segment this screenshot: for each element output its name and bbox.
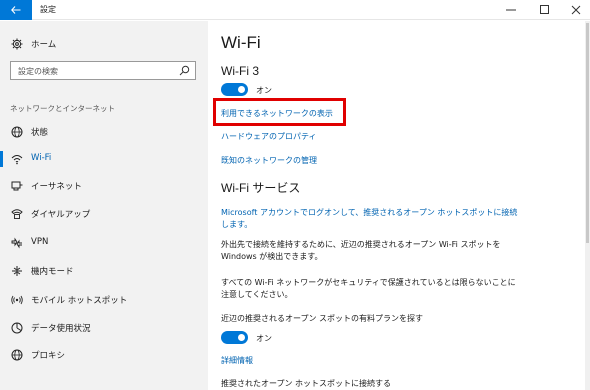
ms-account-link-cont[interactable]: します。 — [221, 219, 252, 230]
sidebar-item-home[interactable]: ホーム — [0, 33, 208, 55]
search-input[interactable]: 設定の検索 — [10, 61, 196, 80]
wifi-icon — [11, 155, 23, 165]
ethernet-icon — [11, 181, 23, 191]
wifi-toggle[interactable] — [221, 83, 248, 96]
show-networks-link[interactable]: 利用できるネットワークの表示 — [221, 108, 333, 119]
paid-plans-toggle-label: オン — [256, 334, 272, 343]
sidebar-item-vpn[interactable]: VPN — [0, 232, 208, 254]
connect-hotspot-label: 推奨されたオープン ホットスポットに接続する — [221, 379, 392, 388]
services-title: Wi-Fi サービス — [221, 181, 301, 195]
data-usage-icon — [11, 322, 23, 334]
maximize-icon — [540, 5, 549, 14]
hardware-properties-link[interactable]: ハードウェアのプロパティ — [221, 131, 317, 142]
sidebar-item-label: イーサネット — [31, 182, 82, 192]
close-icon — [571, 5, 581, 15]
adapter-name: Wi-Fi 3 — [221, 64, 259, 78]
scrollbar[interactable] — [585, 21, 590, 390]
minimize-button[interactable] — [497, 0, 525, 20]
status-globe-icon — [11, 126, 23, 138]
sidebar-item-label: Wi-Fi — [31, 153, 52, 163]
sidebar-item-label: 機内モード — [31, 267, 74, 277]
paid-plans-toggle[interactable] — [221, 331, 248, 344]
paid-plans-label: 近辺の推奨されるオープン スポットの有料プランを探す — [221, 314, 424, 323]
hotspot-icon — [11, 295, 23, 305]
sidebar-item-ethernet[interactable]: イーサネット — [0, 175, 208, 197]
sidebar-item-label: ダイヤルアップ — [31, 210, 91, 220]
toggle-knob — [238, 86, 245, 93]
search-placeholder: 設定の検索 — [18, 67, 58, 76]
section-header: ネットワークとインターネット — [10, 104, 115, 113]
details-link[interactable]: 詳細情報 — [221, 355, 253, 366]
back-arrow-icon — [11, 6, 21, 14]
back-button[interactable] — [0, 0, 32, 20]
wifi-toggle-label: オン — [256, 86, 272, 95]
close-button[interactable] — [562, 0, 590, 20]
selection-indicator — [0, 151, 3, 167]
minimize-icon — [506, 9, 516, 11]
warning-line: 注意してください。 — [221, 290, 293, 299]
sidebar-item-dialup[interactable]: ダイヤルアップ — [0, 203, 208, 225]
sidebar-item-label: 状態 — [31, 128, 49, 138]
description-line: 外出先で接続を維持するために、近辺の推奨されるオープン Wi-Fi スポットを — [221, 240, 501, 249]
ms-account-link[interactable]: Microsoft アカウントでログオンして、推奨されるオープン ホットスポット… — [221, 207, 517, 218]
warning-line: すべての Wi-Fi ネットワークがセキュリティで保護されているとは限らないこと… — [221, 278, 516, 287]
sidebar-item-airplane[interactable]: 機内モード — [0, 260, 208, 282]
sidebar-item-label: ホーム — [31, 40, 57, 50]
page-title: Wi-Fi — [221, 33, 261, 52]
toggle-knob — [238, 334, 245, 341]
sidebar-item-label: プロキシ — [31, 351, 66, 361]
search-icon — [179, 65, 190, 76]
sidebar-item-status[interactable]: 状態 — [0, 121, 208, 143]
dialup-icon — [11, 209, 23, 219]
sidebar-item-label: VPN — [31, 237, 49, 247]
sidebar: ホーム 設定の検索 ネットワークとインターネット 状態 Wi-Fi イーサネット… — [0, 21, 208, 390]
sidebar-item-hotspot[interactable]: モバイル ホットスポット — [0, 289, 208, 311]
sidebar-item-label: モバイル ホットスポット — [31, 296, 128, 306]
gear-icon — [11, 38, 23, 50]
main-content: Wi-Fi Wi-Fi 3 オン 利用できるネットワークの表示 ハードウェアのプ… — [208, 21, 590, 390]
sidebar-item-proxy[interactable]: プロキシ — [0, 344, 208, 366]
proxy-globe-icon — [11, 349, 23, 361]
description-line: Windows が検出できます。 — [221, 252, 323, 261]
window-title: 設定 — [40, 5, 56, 14]
maximize-button[interactable] — [531, 0, 559, 20]
airplane-icon — [12, 266, 22, 276]
sidebar-item-label: データ使用状況 — [31, 324, 91, 334]
vpn-icon — [11, 237, 22, 249]
manage-known-networks-link[interactable]: 既知のネットワークの管理 — [221, 155, 317, 166]
title-bar: 設定 — [0, 0, 590, 20]
sidebar-item-wifi[interactable]: Wi-Fi — [0, 148, 208, 170]
scroll-thumb[interactable] — [586, 23, 589, 243]
sidebar-item-data-usage[interactable]: データ使用状況 — [0, 317, 208, 339]
